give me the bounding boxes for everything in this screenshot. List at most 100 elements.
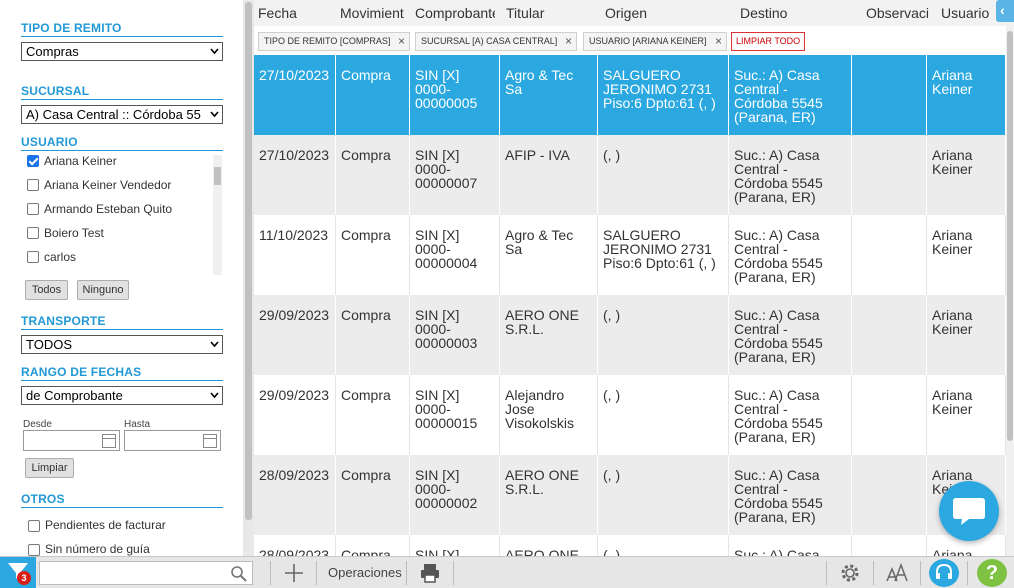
- filter-chip-label: SUCURSAL [A) CASA CENTRAL]: [421, 36, 558, 46]
- usuario-checkbox[interactable]: [27, 251, 39, 263]
- column-header-titular[interactable]: Titular: [506, 5, 591, 21]
- tipo-remito-value: Compras: [26, 44, 79, 59]
- cell-movimiento: Compra: [336, 135, 410, 215]
- filter-toggle-button[interactable]: 3: [0, 557, 36, 588]
- column-header-destino[interactable]: Destino: [740, 5, 850, 21]
- scroll-thumb[interactable]: [214, 167, 221, 185]
- usuario-checkbox[interactable]: [27, 179, 39, 191]
- table-row[interactable]: 29/09/2023 Compra SIN [X] 0000-00000015 Ale…: [254, 375, 1006, 455]
- column-header-usuario[interactable]: Usuario: [941, 5, 996, 21]
- toolbar-divider: [316, 561, 317, 585]
- chat-button[interactable]: [939, 481, 999, 541]
- help-button[interactable]: ?: [977, 559, 1007, 587]
- pendientes-checkbox[interactable]: [28, 520, 40, 532]
- cell-observaciones: [852, 295, 927, 375]
- cell-movimiento: Compra: [336, 455, 410, 535]
- close-icon[interactable]: ×: [715, 33, 722, 50]
- cell-destino: Suc.: A) Casa Central - Córdoba 5545 (Pa…: [729, 135, 852, 215]
- cell-observaciones: [852, 215, 927, 295]
- collapse-panel-button[interactable]: ‹: [996, 0, 1014, 22]
- cell-movimiento: Compra: [336, 375, 410, 455]
- filter-sidebar: TIPO DE REMITO Compras SUCURSAL A) Casa …: [0, 0, 243, 556]
- support-button[interactable]: [929, 559, 959, 587]
- section-divider: [21, 36, 223, 37]
- column-header-row: Fecha Movimient Comprobante Titular Orig…: [254, 0, 1014, 26]
- font-size-icon[interactable]: [885, 561, 909, 585]
- usuario-label: Armando Esteban Quito: [44, 202, 173, 216]
- table-row[interactable]: 11/10/2023 Compra SIN [X] 0000-00000004 Agr…: [254, 215, 1006, 295]
- cell-observaciones: [852, 535, 927, 556]
- filter-chip-label: TIPO DE REMITO [COMPRAS]: [264, 36, 391, 46]
- sucursal-select[interactable]: A) Casa Central :: Córdoba 55: [21, 105, 223, 124]
- close-icon[interactable]: ×: [565, 33, 572, 50]
- scroll-thumb[interactable]: [1007, 31, 1013, 441]
- sidebar-scroll-thumb[interactable]: [245, 2, 252, 520]
- usuario-list[interactable]: Ariana Keiner Ariana Keiner Vendedor Arm…: [21, 152, 223, 276]
- bottom-toolbar: 3 Operaciones ?: [0, 556, 1014, 588]
- rango-fechas-select[interactable]: de Comprobante: [21, 386, 223, 405]
- cell-origen: SALGUERO JERONIMO 2731 Piso:6 Dpto:61 (,…: [598, 215, 729, 295]
- column-header-origen[interactable]: Origen: [605, 5, 715, 21]
- desde-date-input[interactable]: [23, 430, 120, 451]
- cell-fecha: 27/10/2023: [254, 135, 336, 215]
- tipo-remito-select[interactable]: Compras: [21, 42, 223, 61]
- filter-chip-sucursal: SUCURSAL [A) CASA CENTRAL] ×: [415, 32, 577, 51]
- table-row[interactable]: 29/09/2023 Compra SIN [X] 0000-00000003 AER…: [254, 295, 1006, 375]
- transporte-title: TRANSPORTE: [21, 314, 106, 328]
- filter-chip-label: USUARIO [ARIANA KEINER]: [589, 36, 707, 46]
- usuario-checkbox[interactable]: [27, 227, 39, 239]
- column-header-observaciones[interactable]: Observaci: [866, 5, 938, 21]
- filter-chip-tipo-remito: TIPO DE REMITO [COMPRAS] ×: [258, 32, 410, 51]
- table-row[interactable]: 27/10/2023 Compra SIN [X] 0000-00000007 AFI…: [254, 135, 1006, 215]
- calendar-icon[interactable]: [102, 434, 116, 448]
- search-input[interactable]: [39, 561, 253, 585]
- column-header-movimiento[interactable]: Movimient: [340, 5, 410, 21]
- usuario-list-scrollbar[interactable]: [213, 155, 222, 275]
- cell-fecha: 29/09/2023: [254, 295, 336, 375]
- close-icon[interactable]: ×: [398, 33, 405, 50]
- search-icon[interactable]: [230, 565, 248, 583]
- calendar-icon[interactable]: [203, 434, 217, 448]
- sin-guia-label: Sin número de guía: [45, 542, 150, 556]
- cell-observaciones: [852, 375, 927, 455]
- transporte-value: TODOS: [26, 337, 72, 352]
- cell-comprobante: SIN [X] 0000-00000007: [410, 135, 500, 215]
- cell-comprobante: SIN [X] 0000-00000002: [410, 455, 500, 535]
- usuario-checkbox[interactable]: [27, 203, 39, 215]
- cell-origen: (, ): [598, 535, 729, 556]
- cell-usuario: Ariana Keiner: [927, 135, 1006, 215]
- add-icon[interactable]: [282, 561, 306, 585]
- table-row-selected[interactable]: 27/10/2023 Compra SIN [X] 0000-00000005 Agr…: [254, 55, 1006, 135]
- cell-comprobante: SIN [X]: [410, 535, 500, 556]
- limpiar-button[interactable]: Limpiar: [25, 458, 74, 478]
- gear-icon[interactable]: [838, 561, 862, 585]
- ninguno-button[interactable]: Ninguno: [77, 280, 129, 300]
- todos-button[interactable]: Todos: [25, 280, 68, 300]
- column-header-fecha[interactable]: Fecha: [258, 5, 338, 21]
- usuario-checkbox[interactable]: [27, 155, 39, 167]
- app-window: TIPO DE REMITO Compras SUCURSAL A) Casa …: [0, 0, 1014, 588]
- operaciones-menu-button[interactable]: Operaciones: [328, 565, 402, 580]
- cell-comprobante: SIN [X] 0000-00000003: [410, 295, 500, 375]
- print-icon[interactable]: [418, 561, 442, 585]
- cell-usuario: Ariana Keiner: [927, 295, 1006, 375]
- transporte-select[interactable]: TODOS: [21, 335, 223, 354]
- desde-label: Desde: [23, 419, 52, 430]
- section-divider: [21, 329, 223, 330]
- table-row[interactable]: 28/09/2023 Compra SIN [X] 0000-00000002 AER…: [254, 455, 1006, 535]
- hasta-date-input[interactable]: [124, 430, 221, 451]
- table-row[interactable]: 28/09/2023 Compra SIN [X] AERO ONE (, ) Suc.:…: [254, 535, 1006, 556]
- cell-comprobante: SIN [X] 0000-00000015: [410, 375, 500, 455]
- table-scrollbar[interactable]: [1006, 26, 1014, 556]
- toolbar-divider: [873, 561, 874, 585]
- cell-destino: Suc.: A) Casa Central - Córdoba 5545 (Pa…: [729, 375, 852, 455]
- column-header-comprobante[interactable]: Comprobante: [415, 5, 495, 21]
- sin-guia-checkbox[interactable]: [28, 544, 40, 556]
- section-divider: [21, 99, 223, 100]
- filter-chip-usuario: USUARIO [ARIANA KEINER] ×: [583, 32, 727, 51]
- active-filters-bar: TIPO DE REMITO [COMPRAS] × SUCURSAL [A) …: [254, 26, 1006, 55]
- cell-movimiento: Compra: [336, 215, 410, 295]
- clear-all-filters-button[interactable]: LIMPIAR TODO: [731, 32, 806, 51]
- rango-fechas-title: RANGO DE FECHAS: [21, 365, 142, 379]
- cell-fecha: 11/10/2023: [254, 215, 336, 295]
